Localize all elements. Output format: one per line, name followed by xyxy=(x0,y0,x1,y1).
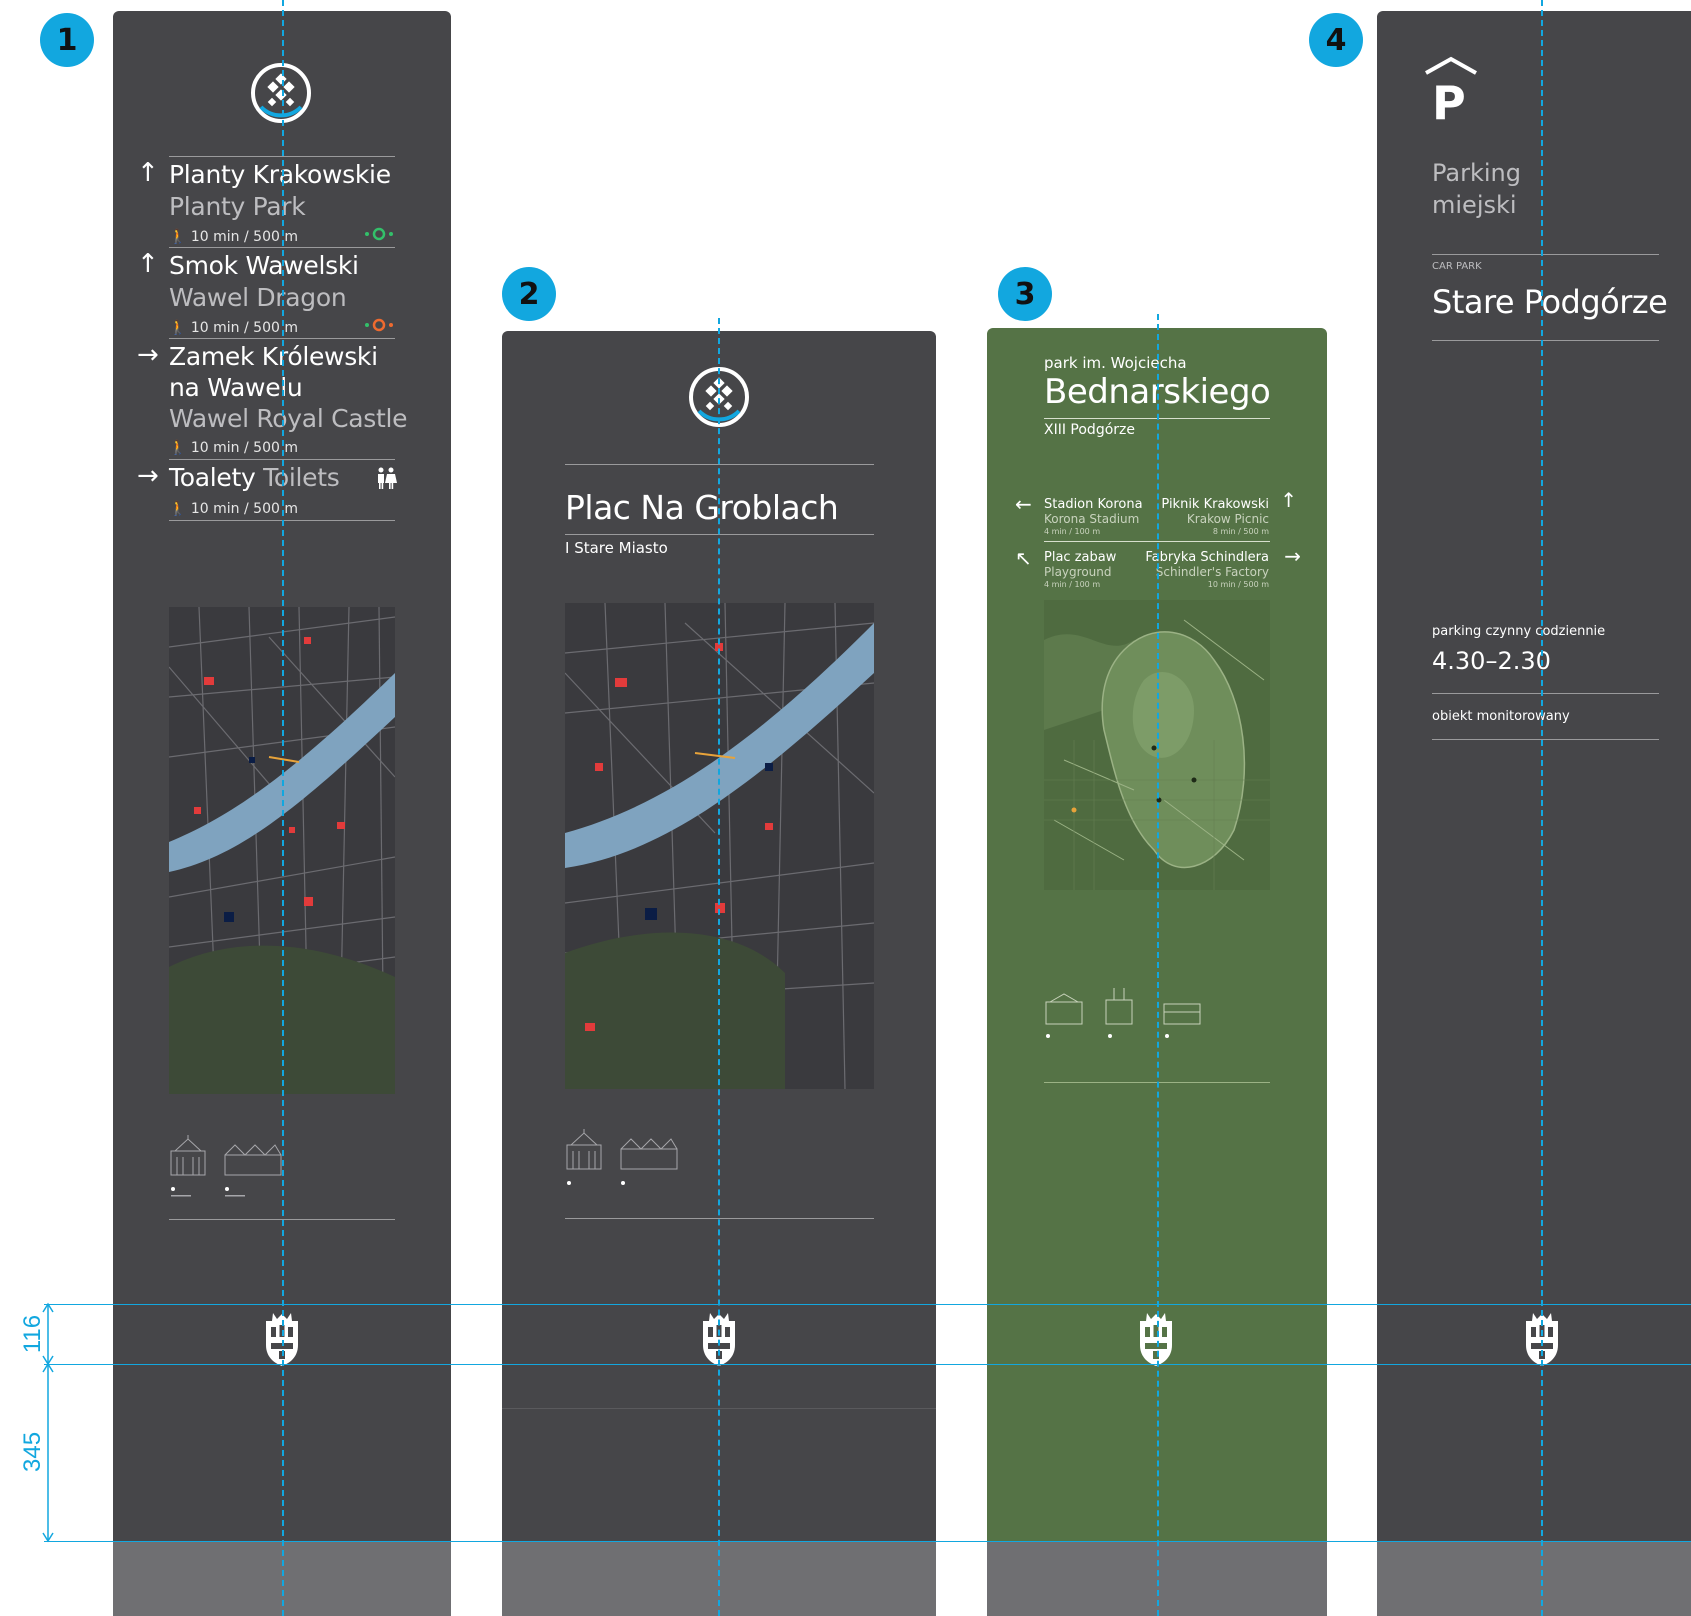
opening-hours: 4.30–2.30 xyxy=(1432,647,1551,675)
arrow-up-icon: ↑ xyxy=(137,158,159,188)
car-park-label: CAR PARK xyxy=(1432,261,1482,272)
arrow-up-icon: ↑ xyxy=(1280,488,1297,512)
arrow-right-icon: → xyxy=(137,340,159,370)
location-subtitle: I Stare Miasto xyxy=(565,539,668,557)
direction-time: 8 min / 500 m xyxy=(1212,527,1269,536)
walk-time: 🚶 10 min / 500 m xyxy=(169,320,298,336)
monitoring-note: obiekt monitorowany xyxy=(1432,709,1570,724)
direction-time: 4 min / 100 m xyxy=(1044,527,1101,536)
route-green-icon xyxy=(365,227,393,241)
park-prefix: park im. Wojciecha xyxy=(1044,354,1187,372)
direction-name: Stadion Korona xyxy=(1044,497,1143,512)
park-subtitle: XIII Podgórze xyxy=(1044,422,1135,438)
route-orange-icon xyxy=(365,318,393,332)
toilets-icon xyxy=(378,467,397,489)
walking-person-icon: 🚶 xyxy=(169,440,187,456)
parking-title-line1: Parking xyxy=(1432,159,1521,187)
parking-name: Stare Podgórze xyxy=(1432,283,1668,321)
direction-name: Piknik Krakowski xyxy=(1161,497,1269,512)
dimension-label-upper: 116 xyxy=(19,1314,46,1354)
direction-english: Krakow Picnic xyxy=(1186,512,1269,526)
toilets-label: Toalety Toilets xyxy=(169,463,340,492)
direction-english: Korona Stadium xyxy=(1044,512,1140,526)
destination-english: Toilets xyxy=(263,463,340,492)
direction-time: 10 min / 500 m xyxy=(1207,580,1269,589)
arrow-up-icon: ↑ xyxy=(137,249,159,279)
sign-4-base xyxy=(1377,1541,1691,1616)
destination-name: Smok Wawelski xyxy=(169,251,359,280)
landmark-sketch-icons xyxy=(1045,988,1201,1038)
center-guide-2 xyxy=(718,318,720,1616)
destination-english: Wawel Royal Castle xyxy=(169,404,408,433)
direction-english: Schindler's Factory xyxy=(1155,565,1269,579)
sign-4-panel: P Parking miejski CAR PARK Stare Podgórz… xyxy=(1377,11,1691,1541)
arrow-right-icon: → xyxy=(137,461,159,491)
walk-time: 🚶 10 min / 500 m xyxy=(169,229,298,245)
krakow-crest-icon xyxy=(1140,1313,1172,1366)
destination-english: Wawel Dragon xyxy=(169,283,347,312)
direction-name: Plac zabaw xyxy=(1044,550,1117,565)
walking-person-icon: 🚶 xyxy=(169,501,187,517)
center-guide-3 xyxy=(1157,314,1159,1616)
badge-4: 4 xyxy=(1309,13,1363,67)
walking-person-icon: 🚶 xyxy=(169,229,187,245)
destination-english: Planty Park xyxy=(169,192,306,221)
arrow-right-icon: → xyxy=(1284,544,1301,568)
city-logo-icon xyxy=(251,63,311,123)
dimension-line-middle xyxy=(44,1364,1691,1365)
destination-name: Toalety xyxy=(169,463,256,492)
landmark-sketch-icons xyxy=(170,1135,282,1197)
dimension-line-bottom xyxy=(44,1541,1691,1542)
hours-label: parking czynny codziennie xyxy=(1432,624,1606,639)
badge-1: 1 xyxy=(40,13,94,67)
direction-name: Fabryka Schindlera xyxy=(1145,550,1269,565)
landmark-sketch-icons xyxy=(566,1129,678,1185)
dimension-line-top xyxy=(44,1304,1691,1305)
walk-time: 🚶 10 min / 500 m xyxy=(169,440,298,456)
badge-3: 3 xyxy=(998,267,1052,321)
direction-english: Playground xyxy=(1044,565,1112,579)
dimension-label-lower: 345 xyxy=(19,1431,46,1472)
walk-time: 🚶 10 min / 500 m xyxy=(169,501,298,517)
svg-text:P: P xyxy=(1432,76,1466,125)
destination-name-line1: Zamek Królewski xyxy=(169,342,378,371)
arrow-left-icon: ← xyxy=(1015,492,1032,516)
parking-icon: P xyxy=(1425,56,1477,125)
arrow-up-left-icon: ↖ xyxy=(1015,546,1032,570)
badge-2: 2 xyxy=(502,267,556,321)
destination-name: Planty Krakowskie xyxy=(169,160,391,189)
parking-title-line2: miejski xyxy=(1432,191,1517,219)
walking-person-icon: 🚶 xyxy=(169,320,187,336)
center-guide-4 xyxy=(1541,0,1543,1616)
direction-time: 4 min / 100 m xyxy=(1044,580,1101,589)
center-guide-1 xyxy=(282,0,284,1616)
location-title: Plac Na Groblach xyxy=(565,488,839,527)
